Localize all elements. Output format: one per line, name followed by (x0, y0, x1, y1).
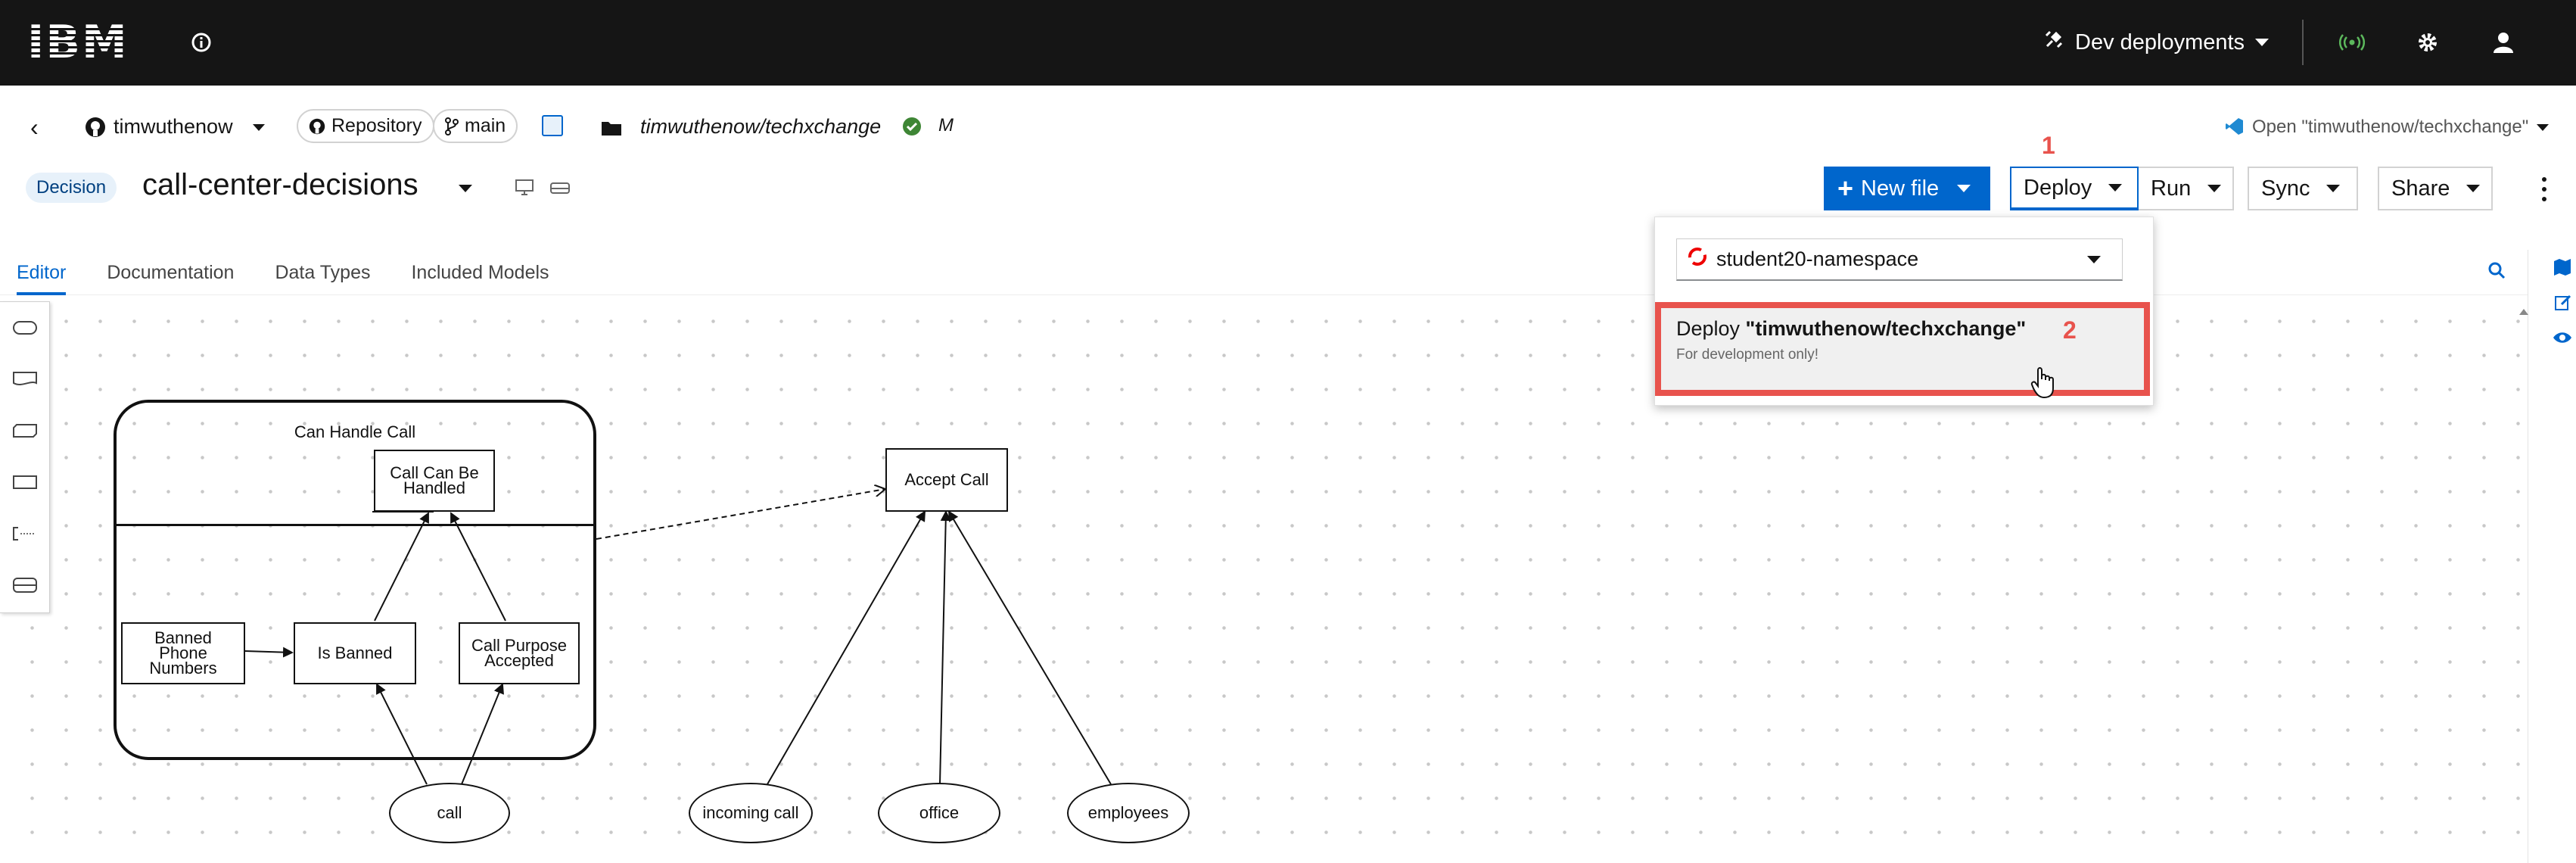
deploy-item-title: Deploy "timwuthenow/techxchange" (1676, 317, 2129, 341)
chevron-down-icon (2087, 256, 2101, 263)
input-employees[interactable]: employees (1067, 783, 1190, 843)
palette-decision-service[interactable] (0, 559, 49, 611)
shape-palette (0, 301, 50, 613)
service-output-link (596, 489, 885, 540)
deploy-item-description: For development only! (1676, 347, 1818, 363)
decision-shape-icon (12, 475, 37, 489)
input-incoming-call[interactable]: incoming call (689, 783, 813, 843)
eye-icon[interactable] (2553, 330, 2572, 349)
deploy-item-prefix: Deploy (1676, 317, 1746, 340)
palette-input-data[interactable] (0, 302, 49, 354)
decision-service-divider (117, 524, 593, 526)
annotation-step-2: 2 (2063, 316, 2077, 344)
deploy-item-target: "timwuthenow/techxchange" (1745, 317, 2027, 340)
palette-knowledge-source[interactable] (0, 354, 49, 405)
input-office[interactable]: office (878, 783, 1000, 843)
decision-service-shape-icon (12, 578, 37, 593)
namespace-value: student20-namespace (1716, 248, 1919, 270)
palette-bkm[interactable] (0, 405, 49, 456)
decision-service-can-handle-call[interactable]: Can Handle Call (114, 400, 596, 760)
text-annotation-icon (12, 527, 35, 541)
palette-text-annotation[interactable] (0, 508, 49, 559)
openshift-icon (1688, 247, 1707, 272)
decision-call-purpose-accepted[interactable]: Call Purpose Accepted (459, 622, 580, 684)
decision-service-title: Can Handle Call (294, 422, 416, 441)
namespace-select[interactable]: student20-namespace (1676, 238, 2123, 281)
right-side-rail (2519, 250, 2576, 863)
palette-decision[interactable] (0, 456, 49, 508)
hand-cursor-icon (2030, 366, 2056, 403)
decision-is-banned[interactable]: Is Banned (294, 622, 416, 684)
map-icon[interactable] (2553, 257, 2572, 281)
scrollbar-up-arrow[interactable] (2519, 309, 2528, 315)
edit-icon[interactable] (2554, 294, 2572, 316)
input-call[interactable]: call (389, 783, 510, 843)
knowledge-source-shape-icon (12, 372, 37, 385)
decision-accept-call[interactable]: Accept Call (885, 448, 1008, 512)
input-data-shape-icon (12, 321, 37, 335)
knowledge-banned-phone-numbers[interactable]: Banned Phone Numbers (121, 622, 245, 684)
deploy-dropdown-menu: student20-namespace Deploy "timwuthenow/… (1654, 217, 2154, 406)
bkm-shape-icon (12, 424, 37, 438)
decision-call-can-be-handled[interactable]: Call Can Be Handled (374, 450, 495, 512)
